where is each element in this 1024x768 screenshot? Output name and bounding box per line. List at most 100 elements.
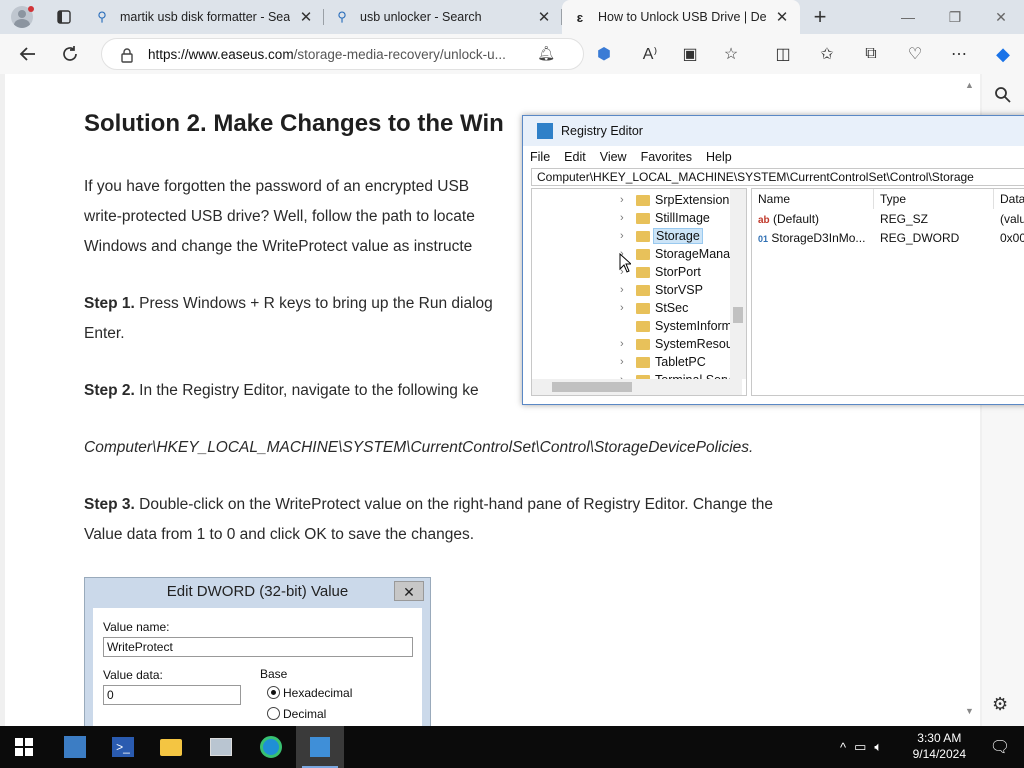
tree-vertical-scrollbar[interactable]: [730, 189, 746, 379]
taskbar-server-manager[interactable]: [51, 726, 99, 768]
easeus-icon: ɛ: [576, 9, 584, 25]
split-screen-button[interactable]: ◫: [764, 34, 802, 74]
regedit-address-bar[interactable]: Computer\HKEY_LOCAL_MACHINE\SYSTEM\Curre…: [531, 168, 1024, 186]
sidebar-settings-icon[interactable]: ⚙: [992, 694, 1008, 715]
paragraph-line: Windows and change the WriteProtect valu…: [84, 238, 473, 255]
chevron-right-icon: ›: [620, 338, 624, 350]
tab-close-icon[interactable]: ✕: [298, 8, 314, 26]
refresh-button[interactable]: [49, 34, 91, 74]
immersive-reader-button[interactable]: ▣: [671, 34, 709, 74]
tab-usb-unlocker-search[interactable]: ⚲ usb unlocker - Search ✕: [324, 0, 562, 34]
read-aloud-button[interactable]: A⁾: [631, 34, 669, 74]
copilot-button[interactable]: ◆: [984, 34, 1022, 74]
chevron-up-icon[interactable]: ^: [840, 740, 846, 755]
value-data: (valu: [1000, 212, 1024, 226]
tab-close-icon[interactable]: ✕: [774, 8, 790, 26]
bell-icon[interactable]: 🔔︎: [537, 45, 555, 62]
tree-item[interactable]: › StorVSP: [532, 281, 742, 299]
scrollbar-thumb[interactable]: [733, 307, 743, 323]
immersive-reader-icon: ▣: [682, 46, 698, 63]
search-icon: ⚲: [337, 9, 347, 24]
favorites-button[interactable]: ✩: [808, 34, 846, 74]
folder-icon: [636, 266, 650, 278]
url-text: https://www.easeus.com/storage-media-rec…: [148, 47, 528, 62]
back-button[interactable]: [7, 34, 49, 74]
lock-icon: [121, 48, 133, 63]
taskbar-file-explorer[interactable]: [147, 726, 195, 768]
folder-icon: [636, 284, 650, 296]
scrollbar-thumb[interactable]: [552, 382, 632, 392]
powershell-icon: >_: [112, 737, 134, 757]
column-header-data[interactable]: Data: [994, 189, 1024, 209]
tab-how-to-unlock[interactable]: ɛ How to Unlock USB Drive | Decryp ✕: [562, 0, 800, 34]
tree-item-label: StorPort: [655, 265, 701, 279]
extension-button[interactable]: ⬢: [585, 34, 623, 74]
tab-close-icon[interactable]: ✕: [536, 8, 552, 26]
scroll-down-arrow-icon[interactable]: ▼: [965, 706, 974, 716]
tree-item[interactable]: SystemInform: [532, 317, 742, 335]
step-2-line: Step 2. In the Registry Editor, navigate…: [84, 376, 479, 406]
column-header-type[interactable]: Type: [874, 189, 994, 209]
sidebar-search-icon[interactable]: [994, 86, 1012, 109]
network-icon[interactable]: ▭: [854, 739, 866, 755]
tree-item[interactable]: › SrpExtensionC: [532, 191, 742, 209]
start-button[interactable]: [0, 726, 48, 768]
dialog-body: Value name: WriteProtect Value data: 0 B…: [93, 608, 422, 726]
tab-actions-button[interactable]: [44, 0, 84, 34]
heart-pulse-icon: ♡: [907, 46, 923, 63]
collections-icon: ⧉: [865, 45, 877, 62]
system-tray: ^ ▭ 🔈︎: [840, 726, 882, 768]
url-bar[interactable]: https://www.easeus.com/storage-media-rec…: [101, 38, 584, 70]
step-1-label: Step 1.: [84, 295, 135, 312]
step-1-line: Step 1. Press Windows + R keys to bring …: [84, 289, 493, 319]
settings-more-button[interactable]: ⋯: [940, 34, 978, 74]
notification-center-button[interactable]: 🗨︎: [976, 726, 1024, 768]
tree-item[interactable]: › SystemResour: [532, 335, 742, 353]
menu-view[interactable]: View: [593, 150, 634, 164]
chevron-right-icon: ›: [620, 230, 624, 242]
restore-button[interactable]: ❐: [932, 0, 978, 34]
tree-item-label: StSec: [655, 301, 689, 315]
favorites-icon: ✩: [820, 46, 834, 63]
taskbar-registry-editor[interactable]: [296, 726, 344, 768]
profile-button[interactable]: [0, 0, 44, 34]
dialog-close-icon: ✕: [394, 581, 424, 601]
chevron-right-icon: ›: [620, 356, 624, 368]
browser-essentials-button[interactable]: ♡: [896, 34, 934, 74]
collections-button[interactable]: ⧉: [852, 34, 890, 74]
tree-item[interactable]: › StorPort: [532, 263, 742, 281]
taskbar-edge[interactable]: [247, 726, 295, 768]
column-header-name[interactable]: Name: [752, 189, 874, 209]
new-tab-button[interactable]: +: [800, 4, 840, 30]
volume-muted-icon[interactable]: 🔈︎: [874, 739, 882, 755]
menu-favorites[interactable]: Favorites: [634, 150, 699, 164]
edit-dword-screenshot: Edit DWORD (32-bit) Value ✕ Value name: …: [84, 577, 431, 727]
menu-file[interactable]: File: [523, 150, 557, 164]
close-window-button[interactable]: ✕: [978, 0, 1024, 34]
step-1-line-2: Enter.: [84, 325, 125, 342]
taskbar-powershell[interactable]: >_: [99, 726, 147, 768]
tree-horizontal-scrollbar[interactable]: [532, 379, 742, 395]
taskbar-computer[interactable]: [197, 726, 245, 768]
regedit-tree-pane: › SrpExtensionC › StillImage › Storage › Sto…: [531, 188, 747, 396]
minimize-button[interactable]: —: [885, 0, 931, 34]
tree-item[interactable]: › StSec: [532, 299, 742, 317]
registry-editor-window[interactable]: Registry Editor File Edit View Favorites…: [522, 115, 1024, 405]
favorite-star-button[interactable]: ☆: [712, 34, 750, 74]
computer-icon: [210, 738, 232, 756]
tree-item[interactable]: › TabletPC: [532, 353, 742, 371]
regedit-app-icon: [537, 123, 553, 139]
chevron-right-icon: ›: [620, 212, 624, 224]
tree-item-storage-selected[interactable]: › Storage: [532, 227, 742, 245]
menu-help[interactable]: Help: [699, 150, 739, 164]
scroll-up-arrow-icon[interactable]: ▲: [965, 80, 974, 90]
taskbar-clock[interactable]: 3:30 AM 9/14/2024: [913, 730, 966, 762]
value-row[interactable]: ab (Default): [758, 210, 819, 228]
tree-item[interactable]: › StillImage: [532, 209, 742, 227]
regedit-title-bar[interactable]: Registry Editor: [523, 116, 1024, 146]
value-row[interactable]: 01 StorageD3InMo...: [758, 229, 865, 247]
tab-martik-search[interactable]: ⚲ martik usb disk formatter - Search ✕: [84, 0, 324, 34]
menu-edit[interactable]: Edit: [557, 150, 593, 164]
tree-item[interactable]: › StorageManag: [532, 245, 742, 263]
paragraph-line: If you have forgotten the password of an…: [84, 178, 470, 195]
